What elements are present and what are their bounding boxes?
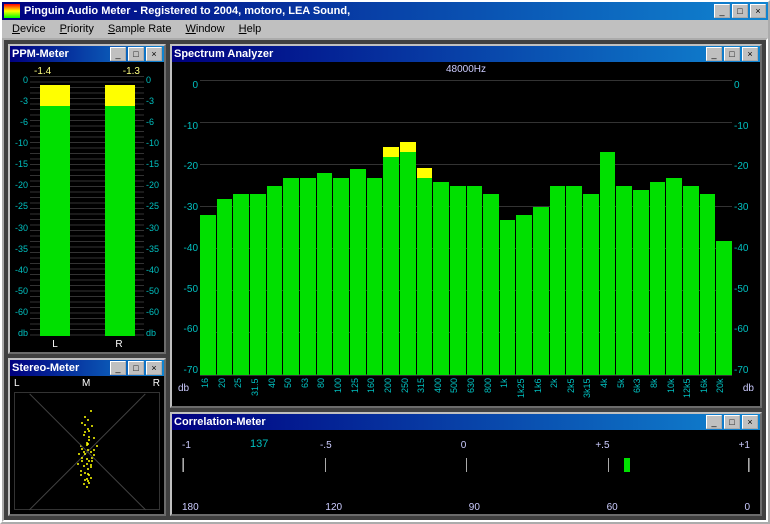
stereo-content: L M R (10, 376, 164, 514)
spectrum-bar (233, 194, 249, 375)
minimize-button[interactable]: _ (706, 415, 722, 429)
menu-sample-rate[interactable]: Sample Rate (102, 22, 178, 36)
spectrum-bar (566, 186, 582, 375)
spectrum-bar (550, 186, 566, 375)
stereo-titlebar[interactable]: Stereo-Meter _ □ × (10, 360, 164, 376)
menu-priority[interactable]: Priority (54, 22, 100, 36)
spectrum-bar (683, 186, 699, 375)
spectrum-bar (217, 199, 233, 375)
spectrum-bar (267, 186, 283, 375)
ppm-left-bar (40, 80, 70, 336)
stereo-l-label: L (14, 378, 20, 389)
maximize-button[interactable]: □ (128, 361, 144, 375)
spectrum-bar (600, 152, 616, 375)
maximize-button[interactable]: □ (128, 47, 144, 61)
title-bar[interactable]: Pinguin Audio Meter - Registered to 2004… (2, 2, 768, 20)
spectrum-bar (200, 215, 216, 375)
spectrum-bar (583, 194, 599, 375)
spectrum-bar (666, 178, 682, 375)
window-title: Pinguin Audio Meter - Registered to 2004… (24, 5, 714, 17)
mdi-workspace: PPM-Meter _ □ × 0-3-6-10-15-20-25-30-35-… (2, 38, 768, 522)
close-button[interactable]: × (750, 4, 766, 18)
maximize-button[interactable]: □ (732, 4, 748, 18)
correlation-window: Correlation-Meter _ □ × -1-.50+.5+1 137 (170, 412, 762, 516)
correlation-marker (624, 458, 630, 472)
menu-window[interactable]: Window (179, 22, 230, 36)
spectrum-plot (200, 80, 732, 376)
ppm-window: PPM-Meter _ □ × 0-3-6-10-15-20-25-30-35-… (8, 44, 166, 354)
ppm-left-peak: -1.4 (34, 66, 51, 77)
menu-bar: DevicePrioritySample RateWindowHelp (2, 20, 768, 38)
stereo-window: Stereo-Meter _ □ × L M R (8, 358, 166, 516)
correlation-titlebar[interactable]: Correlation-Meter _ □ × (172, 414, 760, 430)
spectrum-bar (400, 152, 416, 375)
spectrum-window: Spectrum Analyzer _ □ × 48000Hz 0-10-20-… (170, 44, 762, 408)
minimize-button[interactable]: _ (110, 361, 126, 375)
spectrum-bar (433, 182, 449, 375)
spectrum-bar (700, 194, 716, 375)
close-button[interactable]: × (146, 361, 162, 375)
spectrum-bar (333, 178, 349, 375)
close-button[interactable]: × (742, 47, 758, 61)
close-button[interactable]: × (742, 415, 758, 429)
menu-help[interactable]: Help (233, 22, 268, 36)
spectrum-bar (383, 157, 399, 375)
stereo-m-label: M (82, 378, 90, 389)
correlation-content: -1-.50+.5+1 137 18012090600 (172, 430, 760, 514)
spectrum-bar (283, 178, 299, 375)
maximize-button[interactable]: □ (724, 415, 740, 429)
spectrum-bar (516, 215, 532, 375)
spectrum-bar (716, 241, 732, 375)
spectrum-bar (500, 220, 516, 375)
close-button[interactable]: × (146, 47, 162, 61)
ppm-right-bar (105, 80, 135, 336)
spectrum-bar (533, 207, 549, 375)
spectrum-bar (350, 169, 366, 375)
correlation-degree: 137 (250, 438, 268, 450)
minimize-button[interactable]: _ (706, 47, 722, 61)
spectrum-content: 48000Hz 0-10-20-30-40-50-60-70 0-10-20-3… (172, 62, 760, 406)
ppm-left-label: L (40, 339, 70, 350)
spectrum-bar (300, 178, 316, 375)
ppm-titlebar[interactable]: PPM-Meter _ □ × (10, 46, 164, 62)
maximize-button[interactable]: □ (724, 47, 740, 61)
spectrum-bar (650, 182, 666, 375)
spectrum-bar (467, 186, 483, 375)
menu-device[interactable]: Device (6, 22, 52, 36)
spectrum-bar (250, 194, 266, 375)
stereo-r-label: R (153, 378, 160, 389)
app-icon (4, 4, 20, 18)
main-window: Pinguin Audio Meter - Registered to 2004… (0, 0, 770, 524)
spectrum-bar (317, 173, 333, 375)
sample-rate-label: 48000Hz (446, 64, 486, 75)
spectrum-bar (633, 190, 649, 375)
ppm-content: 0-3-6-10-15-20-25-30-35-40-50-60db -1.4 … (10, 62, 164, 352)
spectrum-bar (417, 178, 433, 375)
ppm-right-label: R (104, 339, 134, 350)
spectrum-bar (367, 178, 383, 375)
minimize-button[interactable]: _ (110, 47, 126, 61)
ppm-right-peak: -1.3 (123, 66, 140, 77)
correlation-track (182, 458, 750, 472)
spectrum-bar (483, 194, 499, 375)
minimize-button[interactable]: _ (714, 4, 730, 18)
spectrum-bar (450, 186, 466, 375)
spectrum-bar (616, 186, 632, 375)
spectrum-titlebar[interactable]: Spectrum Analyzer _ □ × (172, 46, 760, 62)
stereo-plot (14, 392, 160, 510)
